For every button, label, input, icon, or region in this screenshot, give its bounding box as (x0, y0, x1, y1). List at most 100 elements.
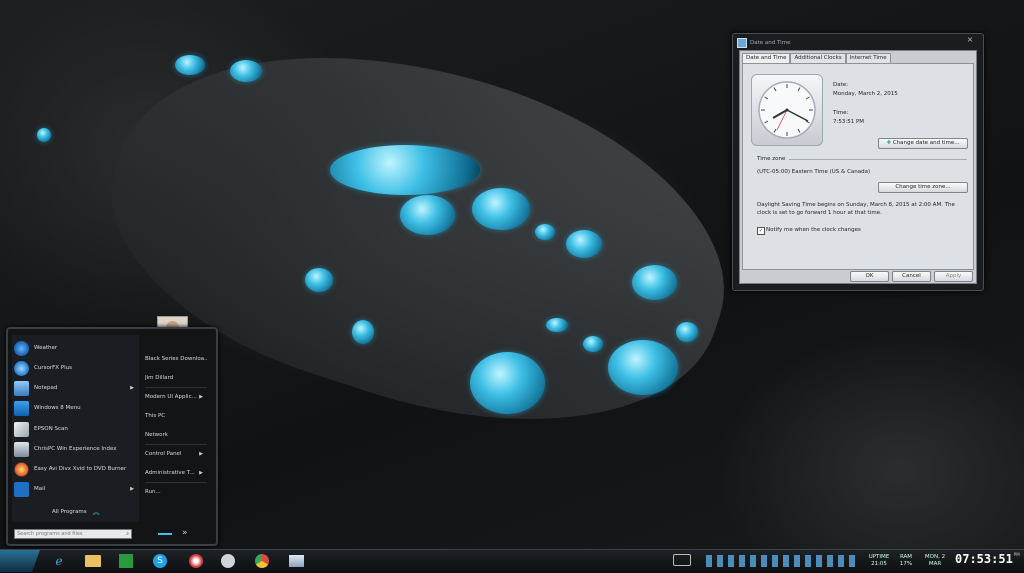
submenu-arrow-icon: ▶ (199, 394, 203, 400)
program-item-epson-scan[interactable]: EPSON Scan (14, 420, 137, 438)
program-label: Notepad (34, 385, 58, 391)
notify-checkbox[interactable]: ✓ (757, 227, 765, 235)
start-menu: Weather CursorFX Plus Notepad ▶ Windows … (6, 327, 218, 546)
place-item[interactable]: Administrative T... ▶ (145, 467, 207, 479)
program-item-weather[interactable]: Weather (14, 339, 137, 357)
ram-value: 17% (899, 561, 913, 567)
paint-icon[interactable] (184, 551, 208, 571)
tray-date[interactable]: MON, 2 MAR (920, 551, 950, 571)
change-date-time-button[interactable]: ✚ Change date and time... (878, 138, 968, 149)
internet-explorer-icon[interactable]: ℯ (47, 551, 71, 571)
date-line1: MON, 2 (924, 554, 946, 560)
change-date-time-label: Change date and time... (892, 140, 960, 146)
tray-clock[interactable]: 07:53:51 PM (955, 552, 1020, 570)
dialog-title: Date and Time (750, 39, 791, 46)
dialog-titlebar[interactable]: Date and Time (737, 36, 979, 49)
water-drop (175, 55, 205, 75)
place-item[interactable]: Control Panel ▶ (145, 448, 207, 460)
store-icon[interactable] (114, 551, 138, 571)
file-explorer-icon[interactable] (81, 551, 105, 571)
water-drop (352, 320, 374, 344)
date-label: Date: (833, 82, 848, 88)
submenu-arrow-icon: ▶ (199, 470, 203, 476)
all-programs-button[interactable]: All Programs ︽ (52, 507, 100, 517)
water-drop (470, 352, 545, 414)
time-value: 7:53:51 PM (833, 119, 865, 125)
water-drop (472, 188, 530, 230)
skype-icon[interactable]: S (148, 551, 172, 571)
place-label: Control Panel (145, 451, 182, 457)
program-item-windows8-menu[interactable]: Windows 8 Menu (14, 399, 137, 417)
water-drop (305, 268, 333, 292)
dialog-body: Date and Time Additional Clocks Internet… (739, 50, 977, 284)
shutdown-options-button[interactable]: » (182, 528, 188, 538)
water-drop (583, 336, 603, 352)
cursor-icon (14, 360, 29, 376)
pinned-programs-list: Weather CursorFX Plus Notepad ▶ Windows … (12, 335, 139, 522)
windows-menu-icon (14, 400, 29, 416)
place-item[interactable]: This PC (145, 410, 207, 422)
notify-label: Notify me when the clock changes (766, 227, 861, 233)
shield-icon: ✚ (886, 140, 892, 146)
clock-time: 07:53:51 (955, 552, 1013, 566)
close-button[interactable]: × (963, 35, 977, 45)
submenu-arrow-icon: ▶ (199, 451, 203, 457)
search-input[interactable]: Search programs and files ⌕ (14, 529, 132, 539)
time-label: Time: (833, 110, 849, 116)
submenu-arrow-icon: ▶ (130, 486, 134, 492)
place-item[interactable]: Black Series Downloa... (145, 353, 207, 365)
divider (145, 387, 207, 388)
search-placeholder: Search programs and files (17, 531, 83, 537)
clock-app-icon (737, 37, 747, 48)
change-timezone-button[interactable]: Change time zone... (878, 182, 968, 193)
notification-tray-icons[interactable] (706, 555, 856, 567)
shutdown-button[interactable] (158, 533, 172, 535)
ram-meter: RAM 17% (896, 551, 916, 571)
tab-additional-clocks[interactable]: Additional Clocks (790, 53, 846, 63)
water-drop (37, 128, 51, 142)
program-label: Weather (34, 345, 58, 351)
place-item[interactable]: Modern UI Applic... ▶ (145, 391, 207, 403)
date-value: Monday, March 2, 2015 (833, 91, 898, 97)
water-drop (546, 318, 568, 332)
search-icon: ⌕ (126, 531, 129, 537)
divider (145, 444, 207, 445)
program-item-notepad[interactable]: Notepad ▶ (14, 379, 137, 397)
date-time-dialog: Date and Time × Date and Time Additional… (732, 33, 984, 291)
taskbar: ℯ S UPTIME 21:05 RAM 17% MON, 2 MAR 07:5… (0, 549, 1024, 573)
analog-clock (751, 74, 823, 146)
place-item[interactable]: Jim Dillard (145, 372, 207, 384)
submenu-arrow-icon: ▶ (130, 385, 134, 391)
start-button[interactable] (0, 550, 40, 572)
apply-button[interactable]: Apply (934, 271, 973, 282)
tab-panel: Date: Monday, March 2, 2015 Time: 7:53:5… (742, 63, 974, 270)
scanner-icon (14, 421, 29, 437)
program-item-cursorfx[interactable]: CursorFX Plus (14, 359, 137, 377)
dst-text-line1: Daylight Saving Time begins on Sunday, M… (757, 202, 955, 208)
tab-strip: Date and Time Additional Clocks Internet… (742, 53, 976, 63)
program-label: EPSON Scan (34, 426, 68, 432)
places-list: Black Series Downloa... Jim Dillard Mode… (141, 347, 211, 522)
program-item-chrispc[interactable]: ChrisPC Win Experience Index (14, 440, 137, 458)
water-drop (608, 340, 678, 395)
cancel-button[interactable]: Cancel (892, 271, 931, 282)
ok-button[interactable]: OK (850, 271, 889, 282)
place-item[interactable]: Run... (145, 486, 207, 498)
place-item[interactable]: Network (145, 429, 207, 441)
keyboard-icon[interactable] (673, 554, 691, 566)
program-label: CursorFX Plus (34, 365, 72, 371)
tab-date-and-time[interactable]: Date and Time (742, 53, 791, 63)
ram-label: RAM (899, 554, 913, 560)
program-item-mail[interactable]: Mail ▶ (14, 480, 137, 498)
program-item-dvd-burner[interactable]: Easy Avi Divx Xvid to DVD Burner (14, 460, 137, 478)
program-label: Mail (34, 486, 46, 492)
uptime-value: 21:05 (871, 561, 887, 567)
place-label: Modern UI Applic... (145, 394, 197, 400)
chrome-icon[interactable] (250, 551, 274, 571)
control-panel-icon[interactable] (284, 551, 308, 571)
monitor-icon (14, 441, 29, 457)
steam-icon[interactable] (216, 551, 240, 571)
tab-internet-time[interactable]: Internet Time (845, 53, 891, 63)
water-drop (535, 224, 555, 240)
water-drop (330, 145, 480, 195)
